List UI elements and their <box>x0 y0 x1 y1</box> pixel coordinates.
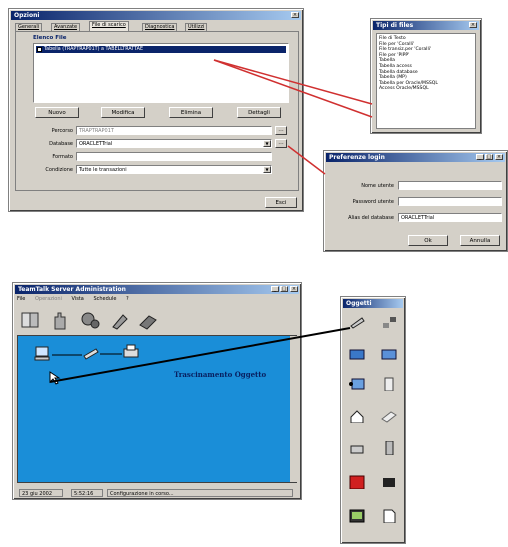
callout-arrows <box>49 59 373 383</box>
